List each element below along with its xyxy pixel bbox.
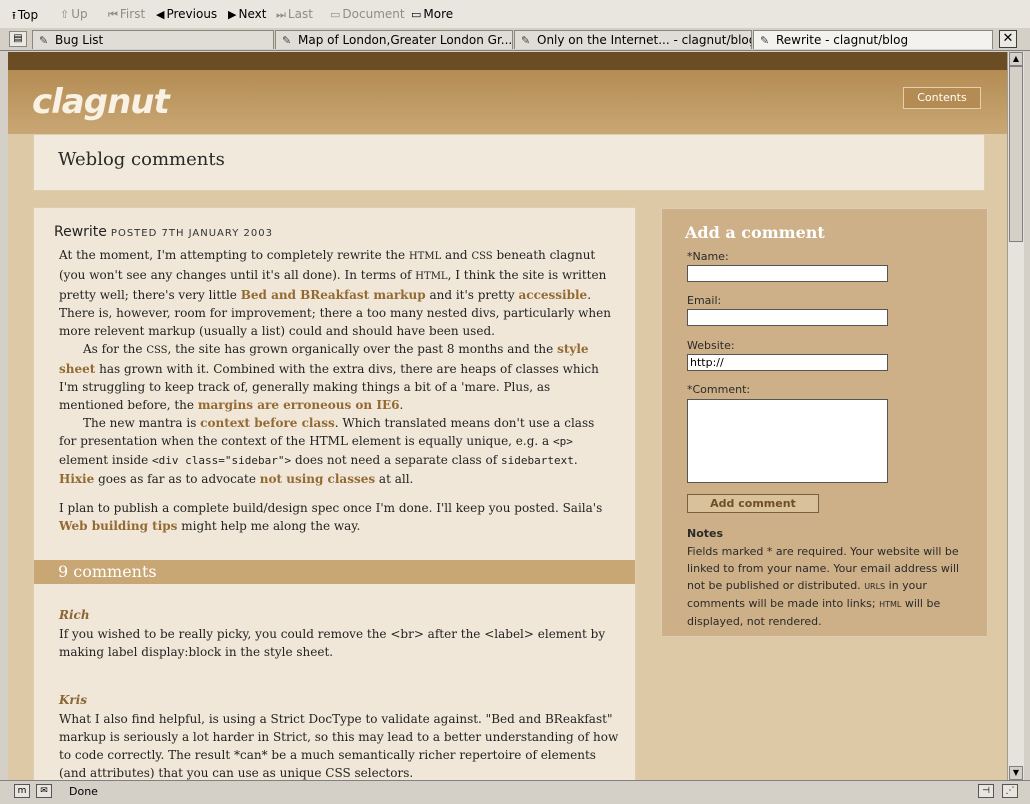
scrollbar-thumb[interactable] <box>1009 66 1023 242</box>
first-button[interactable]: ⏮ First <box>108 7 145 22</box>
section-title: Weblog comments <box>58 149 225 170</box>
tab-bug-list[interactable]: ✎ Bug List <box>32 30 274 49</box>
post-paragraph: I plan to publish a complete build/desig… <box>59 501 603 533</box>
comment-text: If you wished to be really picky, you co… <box>59 627 606 659</box>
comment-textarea[interactable] <box>687 399 888 483</box>
name-field[interactable] <box>687 265 888 282</box>
more-button[interactable]: ▭ More <box>411 7 453 21</box>
previous-arrow-icon: ◀ <box>156 8 165 21</box>
post-date: POSTED 7TH JANUARY 2003 <box>110 228 273 239</box>
notes-text: Fields marked * are required. Your websi… <box>687 545 960 628</box>
first-icon: ⏮ <box>108 8 118 21</box>
link-hixie[interactable]: Hixie <box>59 472 94 486</box>
site-header: clagnut Contents <box>8 70 1007 134</box>
link-context-before-class[interactable]: context before class <box>200 416 335 430</box>
post-body: At the moment, I'm attempting to complet… <box>59 246 614 535</box>
email-label: Email: <box>687 294 722 307</box>
page-icon: ✎ <box>760 34 770 47</box>
comment-author[interactable]: Rich <box>59 608 90 622</box>
tab-bar: ▤ ✎ Bug List ✎ Map of London,Greater Londo… <box>0 28 1030 51</box>
comment-text: What I also find helpful, is using a Str… <box>59 712 619 780</box>
section-title-box: Weblog comments <box>33 134 985 191</box>
tab-map-of-london[interactable]: ✎ Map of London,Greater London Gr... <box>275 30 513 49</box>
next-arrow-icon: ▶ <box>228 8 237 21</box>
window-list-icon[interactable]: ▤ <box>9 31 27 47</box>
folder-icon: ▭ <box>411 8 422 21</box>
link-bed-and-breakfast[interactable]: Bed and BReakfast markup <box>241 288 426 302</box>
close-icon: ✕ <box>1002 31 1014 46</box>
previous-button[interactable]: ◀ Previous <box>156 7 217 21</box>
comment-author[interactable]: Kris <box>59 693 87 707</box>
comment-label: *Comment: <box>687 383 751 396</box>
post-header: Rewrite POSTED 7TH JANUARY 2003 <box>54 224 273 240</box>
post-paragraph: As for the CSS, the site has grown organ… <box>59 342 599 412</box>
add-comment-button[interactable]: Add comment <box>687 494 819 513</box>
zoom-slider-icon[interactable]: ⊣ <box>978 784 994 798</box>
chat-icon[interactable]: ✉ <box>36 784 52 798</box>
page-icon: ✎ <box>282 34 292 47</box>
email-field[interactable] <box>687 309 888 326</box>
website-field[interactable]: http:// <box>687 354 888 371</box>
website-label: Website: <box>687 339 735 352</box>
post-paragraph: At the moment, I'm attempting to complet… <box>59 248 611 338</box>
post-paragraph: The new mantra is context before class. … <box>59 416 595 486</box>
name-label: *Name: <box>687 250 729 263</box>
status-bar: m ✉ Done ⊣ ⋰ <box>0 780 1030 804</box>
resize-grip-icon[interactable]: ⋰ <box>1002 784 1018 798</box>
link-margins-ie6[interactable]: margins are erroneous on IE6 <box>198 398 400 412</box>
comments-heading: 9 comments <box>34 560 635 584</box>
site-logo[interactable]: clagnut <box>32 82 170 122</box>
mail-icon[interactable]: m <box>14 784 30 798</box>
post-title: Rewrite <box>54 224 107 240</box>
arrow-up-icon: ⇧ <box>60 8 70 21</box>
arrow-up-bar-icon: ⭱ <box>12 9 16 22</box>
document-button[interactable]: ▭ Document <box>330 7 405 21</box>
document-icon: ▭ <box>330 8 341 21</box>
link-not-using-classes[interactable]: not using classes <box>260 472 375 486</box>
form-heading: Add a comment <box>685 223 825 242</box>
header-top-stripe <box>8 52 1007 70</box>
notes-heading: Notes <box>687 527 724 540</box>
link-web-building-tips[interactable]: Web building tips <box>59 519 177 533</box>
status-text: Done <box>69 785 98 798</box>
post-column: Rewrite POSTED 7TH JANUARY 2003 At the mo… <box>33 207 636 780</box>
link-accessible[interactable]: accessible <box>519 288 588 302</box>
up-button[interactable]: ⇧ Up <box>60 7 88 21</box>
tab-rewrite[interactable]: ✎ Rewrite - clagnut/blog <box>753 30 993 49</box>
next-button[interactable]: ▶ Next <box>228 7 266 21</box>
scroll-down-icon[interactable]: ▼ <box>1009 766 1023 780</box>
last-icon: ⏭ <box>276 8 286 21</box>
page-viewport: clagnut Contents Weblog comments Rewrite… <box>8 52 1007 780</box>
top-button[interactable]: ⭱ Top <box>12 7 38 26</box>
vertical-scrollbar[interactable]: ▲ ▼ <box>1007 52 1024 780</box>
tab-only-on-internet[interactable]: ✎ Only on the Internet... - clagnut/blog <box>514 30 752 49</box>
last-button[interactable]: ⏭ Last <box>276 7 313 22</box>
contents-button[interactable]: Contents <box>903 87 981 109</box>
scroll-up-icon[interactable]: ▲ <box>1009 52 1023 66</box>
page-icon: ✎ <box>39 34 49 47</box>
comment-form-panel: Add a comment *Name: Email: Website: htt… <box>661 208 988 637</box>
navigation-toolbar: ⭱ Top ⇧ Up ⏮ First ◀ Previous ▶ Next ⏭ Last ▭ D… <box>0 0 1030 29</box>
page-icon: ✎ <box>521 34 531 47</box>
close-tab-button[interactable]: ✕ <box>999 30 1017 48</box>
